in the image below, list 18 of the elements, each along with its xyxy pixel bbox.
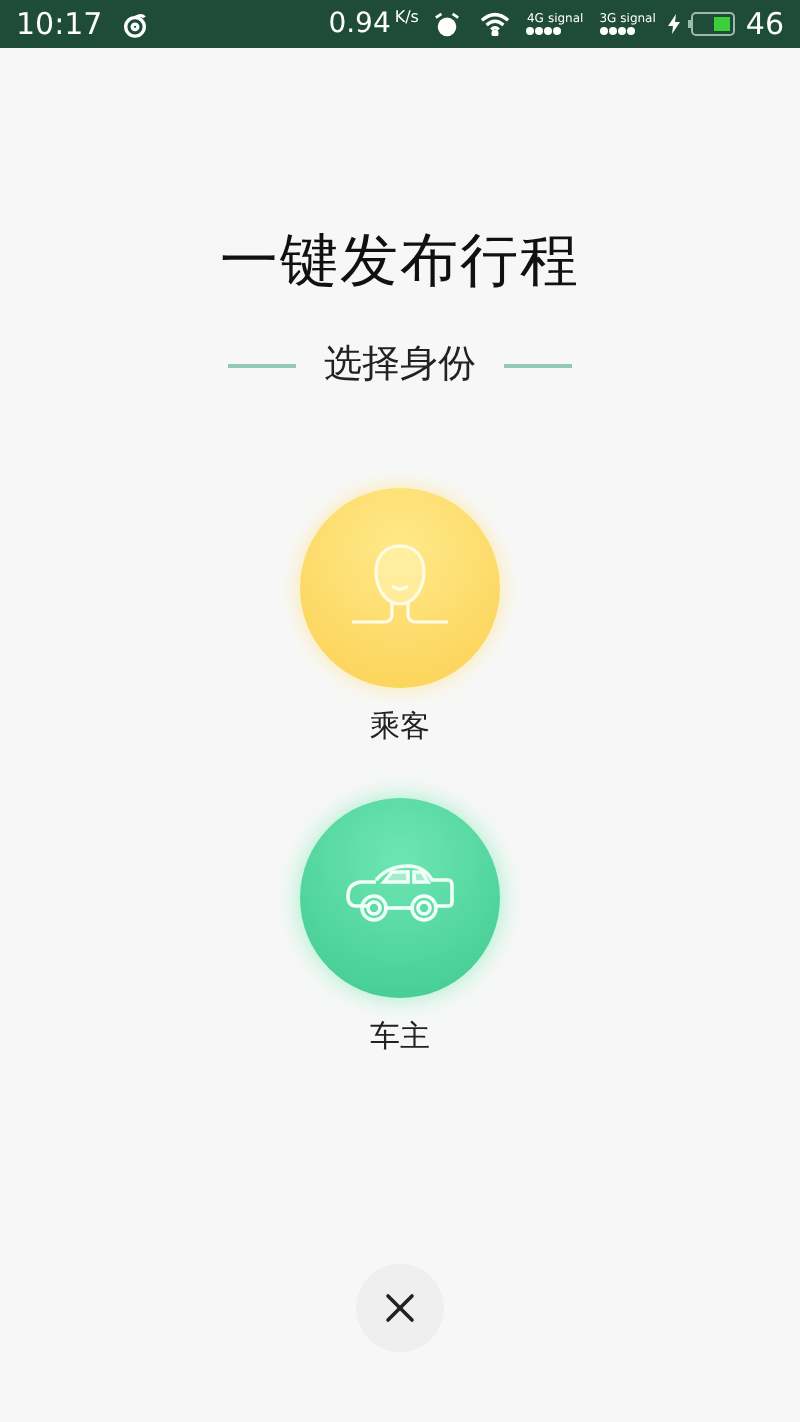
signal-icon [526, 25, 563, 35]
alarm-icon [434, 11, 461, 37]
battery-percent: 46 [745, 9, 784, 39]
network-speed: 0.94 [328, 10, 391, 38]
wifi-icon [480, 12, 511, 36]
role-button[interactable] [300, 488, 500, 688]
charging-icon [667, 14, 680, 34]
status-time: 10:17 [16, 9, 103, 39]
role-label: 车主 [370, 1022, 430, 1052]
dialog-title: 一键发布行程 [220, 232, 580, 290]
signal-icon [599, 25, 636, 35]
sync-icon [122, 11, 149, 37]
close-button[interactable] [356, 1264, 444, 1352]
speed-unit: K/s [394, 10, 419, 26]
dialog-subtitle: 选择身份 [324, 346, 476, 384]
role-button[interactable] [300, 798, 500, 998]
battery-icon [687, 12, 736, 36]
role-label: 乘客 [370, 712, 430, 742]
